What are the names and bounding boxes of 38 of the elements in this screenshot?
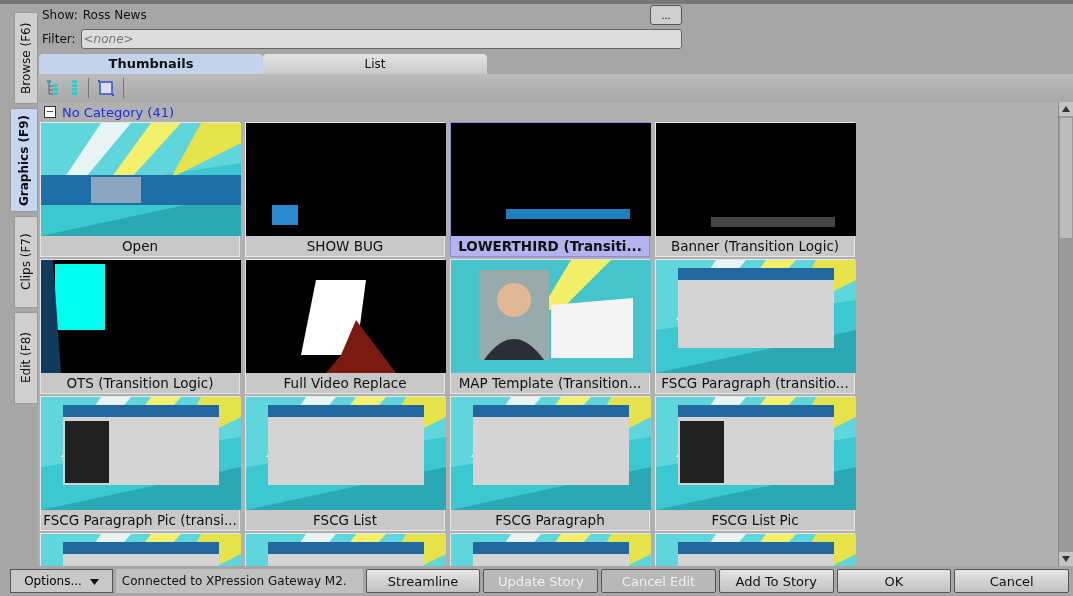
filter-label: Filter: — [42, 32, 76, 46]
show-label: Show: — [42, 8, 78, 22]
collapse-toggle[interactable]: − — [44, 106, 56, 118]
thumbnail-caption[interactable]: FSCG List Pic — [656, 510, 854, 530]
scrollbar[interactable] — [1058, 102, 1073, 566]
view-tab[interactable]: List — [263, 54, 487, 74]
footer-button[interactable]: Cancel — [954, 569, 1070, 593]
scroll-down-icon[interactable] — [1059, 552, 1073, 566]
filter-field[interactable]: <none> — [80, 29, 682, 49]
list-view-icon[interactable] — [70, 79, 80, 97]
browse-button[interactable]: ... — [650, 5, 682, 25]
thumbnail-caption[interactable]: OTS (Transition Logic) — [41, 373, 239, 393]
thumbnail-caption[interactable]: MAP Template (Transition... — [451, 373, 649, 393]
caret-icon — [89, 579, 99, 585]
thumbnail-caption[interactable]: FSCG List — [246, 510, 444, 530]
footer-button[interactable]: OK — [836, 569, 952, 593]
thumbnail-caption[interactable]: Banner (Transition Logic) — [656, 236, 854, 256]
thumbnail-caption[interactable]: FSCG Paragraph — [451, 510, 649, 530]
scroll-thumb[interactable] — [1060, 118, 1072, 238]
view-tab[interactable]: Thumbnails — [39, 54, 263, 74]
side-tab[interactable]: Clips (F7) — [14, 216, 38, 308]
side-tab[interactable]: Browse (F6) — [14, 12, 38, 104]
thumbnail-caption[interactable]: Open — [41, 236, 239, 256]
thumbnail-caption[interactable]: FSCG Paragraph Pic (transi... — [41, 510, 239, 530]
side-tab[interactable]: Graphics (F9) — [10, 108, 38, 212]
scroll-up-icon[interactable] — [1059, 102, 1073, 116]
footer-button[interactable]: Add To Story — [718, 569, 834, 593]
fit-frame-icon[interactable] — [97, 79, 115, 97]
thumbnail-caption[interactable]: Full Video Replace — [246, 373, 444, 393]
thumbnail-caption[interactable]: SHOW BUG — [246, 236, 444, 256]
status-text: Connected to XPression Gateway M2. — [115, 569, 363, 593]
thumbnail-caption[interactable]: FSCG Paragraph (transitio... — [656, 373, 854, 393]
side-tab[interactable]: Edit (F8) — [14, 312, 38, 404]
options-dropdown[interactable]: Options... — [10, 569, 113, 593]
category-header[interactable]: No Category (41) — [62, 104, 174, 120]
show-name: Ross News — [82, 8, 148, 22]
footer-button[interactable]: Streamline — [365, 569, 481, 593]
thumbnail-caption[interactable]: LOWERTHIRD (Transiti... — [451, 236, 649, 256]
